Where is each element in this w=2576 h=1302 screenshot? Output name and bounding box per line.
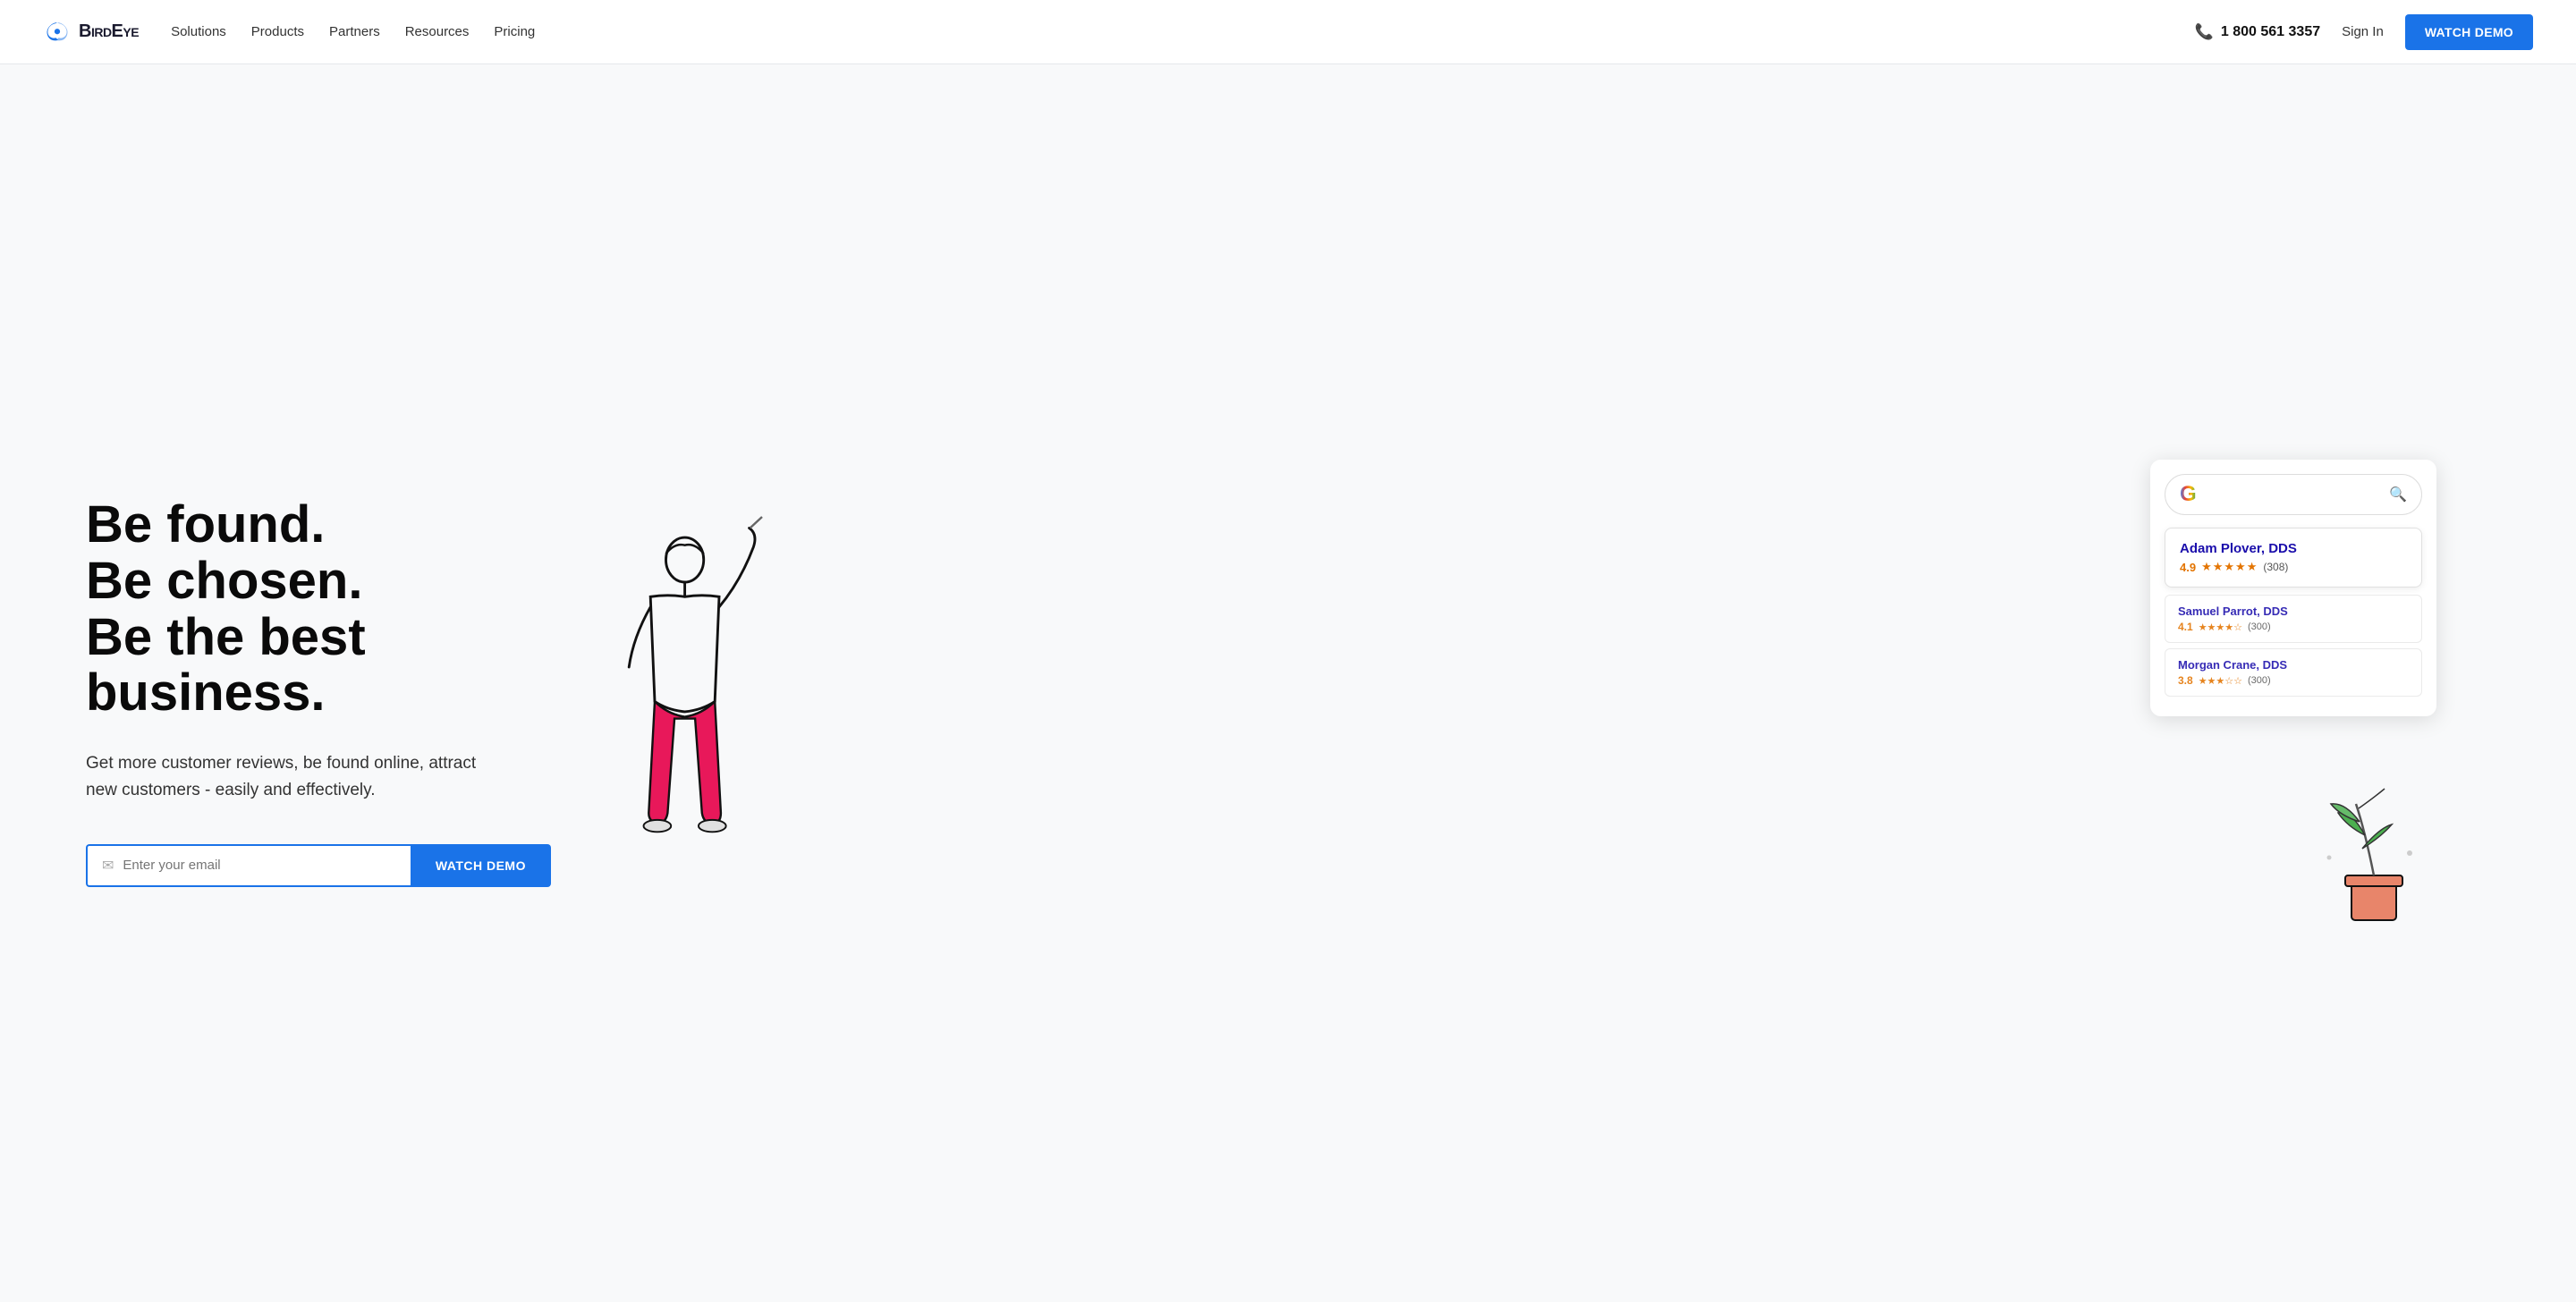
result-rating-3: 3.8 ★★★☆☆ (300) xyxy=(2178,674,2409,687)
hero-subtext: Get more customer reviews, be found onli… xyxy=(86,750,497,805)
rating-count-2: (300) xyxy=(2248,621,2271,632)
google-search-bar: G 🔍 xyxy=(2165,474,2422,515)
rating-count-3: (300) xyxy=(2248,675,2271,686)
rating-score-2: 4.1 xyxy=(2178,621,2193,633)
headline-line2: Be chosen. xyxy=(86,552,362,610)
navbar: BirdEye Solutions Products Partners Reso… xyxy=(0,0,2576,64)
logo-text: BirdEye xyxy=(79,21,139,42)
nav-links: Solutions Products Partners Resources Pr… xyxy=(171,24,535,39)
stars-1: ★★★★★ xyxy=(2201,560,2258,574)
rating-count-1: (308) xyxy=(2263,561,2288,573)
plant-illustration xyxy=(2311,773,2436,925)
email-icon: ✉ xyxy=(102,857,114,875)
phone-icon: 📞 xyxy=(2195,23,2214,41)
nav-partners[interactable]: Partners xyxy=(329,24,380,39)
review-result-2: Samuel Parrot, DDS 4.1 ★★★★☆ (300) xyxy=(2165,595,2422,643)
nav-resources[interactable]: Resources xyxy=(405,24,470,39)
google-g-logo: G xyxy=(2180,482,2197,507)
logo[interactable]: BirdEye xyxy=(43,20,139,45)
watch-demo-hero-button[interactable]: WATCH DEMO xyxy=(411,844,551,887)
hero-headline: Be found. Be chosen. Be the best busines… xyxy=(86,497,551,722)
nav-right: 📞 1 800 561 3357 Sign In WATCH DEMO xyxy=(2195,14,2533,50)
stars-3: ★★★☆☆ xyxy=(2199,675,2242,687)
sign-in-link[interactable]: Sign In xyxy=(2342,24,2384,39)
nav-products[interactable]: Products xyxy=(251,24,304,39)
result-name-2: Samuel Parrot, DDS xyxy=(2178,604,2409,618)
stars-2: ★★★★☆ xyxy=(2199,621,2242,633)
rating-score-3: 3.8 xyxy=(2178,674,2193,687)
headline-line3: Be the best business. xyxy=(86,608,366,723)
nav-pricing[interactable]: Pricing xyxy=(494,24,535,39)
review-result-main: Adam Plover, DDS 4.9 ★★★★★ (308) xyxy=(2165,528,2422,588)
nav-phone: 📞 1 800 561 3357 xyxy=(2195,23,2320,41)
review-result-3: Morgan Crane, DDS 3.8 ★★★☆☆ (300) xyxy=(2165,648,2422,697)
rating-score-1: 4.9 xyxy=(2180,561,2196,574)
headline-line1: Be found. xyxy=(86,495,325,554)
logo-icon xyxy=(43,20,72,45)
hero-form: ✉ WATCH DEMO xyxy=(86,844,551,887)
hero-illustration: G 🔍 Adam Plover, DDS 4.9 ★★★★★ (308) Sam… xyxy=(551,460,2490,925)
watch-demo-nav-button[interactable]: WATCH DEMO xyxy=(2405,14,2533,50)
result-rating-2: 4.1 ★★★★☆ (300) xyxy=(2178,621,2409,633)
email-input-wrapper: ✉ xyxy=(86,844,411,887)
result-name-3: Morgan Crane, DDS xyxy=(2178,658,2409,672)
hero-content: Be found. Be chosen. Be the best busines… xyxy=(86,497,551,886)
hero-section: Be found. Be chosen. Be the best busines… xyxy=(0,64,2576,1302)
nav-left: BirdEye Solutions Products Partners Reso… xyxy=(43,20,535,45)
nav-solutions[interactable]: Solutions xyxy=(171,24,226,39)
email-input[interactable] xyxy=(123,858,395,873)
person-illustration xyxy=(578,495,775,925)
result-rating-1: 4.9 ★★★★★ (308) xyxy=(2180,560,2407,574)
google-search-card: G 🔍 Adam Plover, DDS 4.9 ★★★★★ (308) Sam… xyxy=(2150,460,2436,716)
result-name-1: Adam Plover, DDS xyxy=(2180,541,2407,556)
phone-number: 1 800 561 3357 xyxy=(2221,24,2320,40)
google-search-icon: 🔍 xyxy=(2389,486,2407,503)
